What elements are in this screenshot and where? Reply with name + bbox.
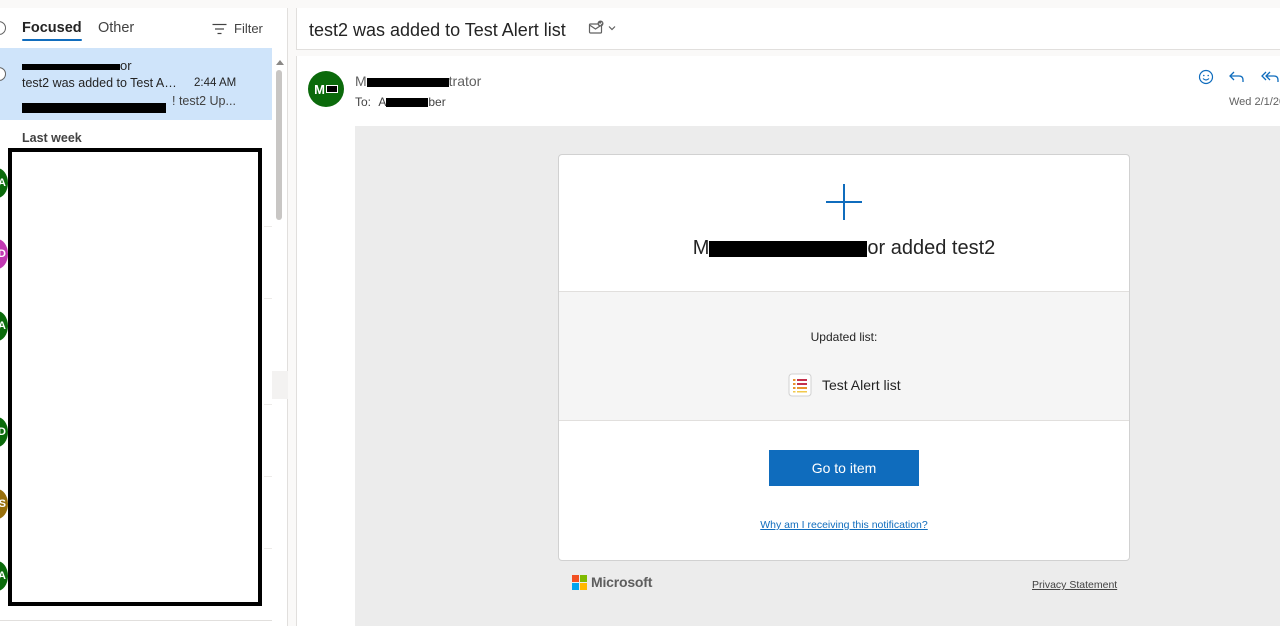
message-select-checkbox[interactable] [0, 67, 6, 81]
notification-card: Mor added test2 Updated list: Test Alert… [558, 154, 1130, 561]
sender-name[interactable]: Mtrator [355, 73, 481, 89]
card-details: Updated list: Test Alert list [559, 292, 1129, 421]
tab-focused[interactable]: Focused [22, 20, 82, 41]
list-name: Test Alert list [822, 377, 901, 393]
updated-list-label: Updated list: [810, 330, 878, 344]
react-button[interactable] [1198, 69, 1214, 85]
avatar: D [0, 417, 8, 447]
chevron-down-icon [608, 26, 616, 31]
reply-icon [1229, 71, 1244, 82]
email-date: Wed 2/1/20 [1229, 96, 1280, 108]
sender-prefix: M [355, 73, 367, 89]
filter-icon [212, 23, 227, 34]
message-list-header: Focused Other Filter [0, 8, 288, 48]
redaction-bar [22, 63, 120, 70]
sender-avatar[interactable]: M [308, 71, 344, 107]
scrollbar-thumb[interactable] [276, 70, 282, 220]
message-list-item-selected[interactable]: or test2 was added to Test Al... 2:44 AM… [0, 48, 272, 120]
summary-menu-button[interactable] [588, 20, 616, 36]
email-body: Mor added test2 Updated list: Test Alert… [355, 126, 1280, 626]
avatar: A [0, 168, 8, 198]
row-divider [264, 404, 272, 405]
group-label-last-week: Last week [22, 131, 82, 145]
plus-icon [826, 184, 862, 220]
card-header: Mor added test2 [559, 155, 1129, 292]
heading-prefix: M [692, 237, 710, 259]
redaction-bar [386, 98, 429, 108]
reply-all-button[interactable] [1260, 69, 1280, 85]
row-divider [264, 476, 272, 477]
message-list-scrollbar[interactable] [272, 58, 288, 626]
row-divider [264, 226, 272, 227]
list-icon [788, 373, 812, 397]
microsoft-logo: Microsoft [572, 574, 652, 590]
avatar: D [0, 239, 8, 269]
recipient-suffix: ber [428, 95, 446, 109]
message-list-pane: Focused Other Filter or test2 was added … [0, 8, 288, 626]
card-heading: Mor added test2 [559, 237, 1129, 260]
email-subject: test2 was added to Test Alert list [309, 20, 566, 40]
redaction-bar [709, 240, 868, 257]
message-subject: test2 was added to Test Al... [22, 76, 177, 90]
avatar: S [0, 489, 8, 519]
recipient-name[interactable]: Aber [378, 95, 445, 109]
emoji-icon [1198, 69, 1214, 85]
recipient-line: To: Aber [355, 95, 446, 109]
divider [0, 620, 272, 621]
select-all-checkbox[interactable] [0, 21, 6, 35]
message-time: 2:44 AM [194, 77, 237, 89]
to-label: To: [355, 95, 372, 109]
envelope-check-icon [588, 20, 604, 34]
message-preview: ! test2 Up... [172, 94, 236, 108]
filter-label: Filter [234, 21, 263, 36]
scroll-up-arrow-icon[interactable] [276, 60, 284, 65]
redaction-bar [325, 85, 338, 93]
sender-suffix: or [120, 58, 132, 73]
sender-suffix: trator [448, 73, 482, 89]
tab-other[interactable]: Other [98, 20, 134, 36]
reply-all-icon [1261, 71, 1279, 82]
heading-suffix: or added test2 [867, 237, 996, 259]
avatar: A [0, 561, 8, 591]
brand-name: Microsoft [591, 574, 653, 590]
microsoft-logo-icon [572, 574, 587, 590]
card-actions: Go to item Why am I receiving this notif… [559, 421, 1129, 560]
recipient-prefix: A [378, 95, 387, 109]
message-sender: or [22, 58, 132, 73]
subject-bar: test2 was added to Test Alert list [296, 8, 1280, 50]
why-notification-link[interactable]: Why am I receiving this notification? [559, 519, 1129, 531]
row-divider [264, 548, 272, 549]
message-actions [1198, 69, 1280, 85]
list-link[interactable]: Test Alert list [788, 373, 901, 397]
filter-button[interactable]: Filter [212, 21, 263, 36]
avatar-initials: M [314, 81, 325, 97]
redaction-bar [366, 77, 449, 87]
privacy-statement-link[interactable]: Privacy Statement [1032, 579, 1117, 591]
redaction-bar [22, 103, 166, 113]
avatar: A [0, 311, 8, 341]
go-to-item-button[interactable]: Go to item [769, 450, 919, 486]
reply-button[interactable] [1228, 69, 1246, 85]
reading-pane: M Mtrator To: Aber Wed 2/1/20 M or added… [296, 56, 1280, 626]
redacted-message-list [8, 148, 262, 606]
row-divider [264, 298, 272, 299]
